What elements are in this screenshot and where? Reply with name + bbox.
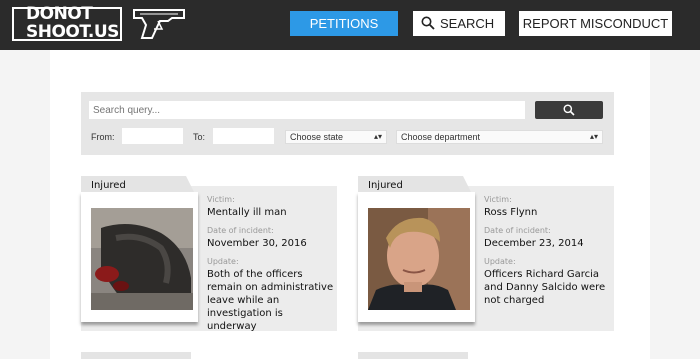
incident-date: November 30, 2016 — [207, 238, 307, 249]
date-label: Date of incident: — [207, 226, 274, 235]
victim-photo — [368, 208, 470, 310]
from-label: From: — [91, 132, 115, 142]
next-card-tab — [358, 352, 468, 359]
search-filter-panel: From: To: Choose state ▴▾ Choose departm… — [81, 92, 614, 155]
update-label: Update: — [484, 257, 516, 266]
victim-name: Mentally ill man — [207, 207, 287, 218]
victim-name: Ross Flynn — [484, 207, 538, 218]
state-select-value: Choose state — [290, 132, 344, 142]
search-icon — [563, 104, 575, 116]
petitions-button[interactable]: PETITIONS — [290, 11, 398, 36]
incident-date: December 23, 2014 — [484, 238, 584, 249]
select-arrows-icon: ▴▾ — [589, 132, 598, 141]
search-query-input[interactable] — [89, 101, 525, 119]
victim-photo — [91, 208, 193, 310]
logo-line-1: DONOT — [26, 4, 93, 24]
next-card-tab — [81, 352, 191, 359]
victim-label: Victim: — [484, 195, 512, 204]
update-text: Officers Richard Garcia and Danny Salcid… — [484, 269, 606, 306]
site-logo[interactable]: DONOT SHOOT.US — [12, 4, 185, 45]
search-button-label: SEARCH — [440, 16, 495, 31]
victim-photo-frame[interactable] — [81, 192, 198, 322]
to-label: To: — [193, 132, 206, 142]
select-arrows-icon: ▴▾ — [373, 132, 382, 141]
from-date-input[interactable] — [122, 128, 183, 144]
logo-line-2: SHOOT.US — [26, 22, 119, 42]
update-label: Update: — [207, 257, 239, 266]
pistol-icon — [133, 9, 185, 39]
to-date-input[interactable] — [213, 128, 274, 144]
state-select[interactable]: Choose state ▴▾ — [285, 130, 387, 144]
search-button[interactable]: SEARCH — [413, 11, 505, 36]
search-icon — [421, 16, 435, 30]
victim-photo-frame[interactable] — [358, 192, 475, 322]
date-label: Date of incident: — [484, 226, 551, 235]
department-select-value: Choose department — [401, 132, 481, 142]
department-select[interactable]: Choose department ▴▾ — [396, 130, 603, 144]
victim-label: Victim: — [207, 195, 235, 204]
search-submit-button[interactable] — [535, 101, 603, 119]
report-misconduct-button[interactable]: REPORT MISCONDUCT — [519, 11, 672, 36]
update-text: Both of the officers remain on administr… — [207, 269, 334, 332]
top-navigation-bar: DONOT SHOOT.US PETITIONS SEARCH REPORT M… — [0, 0, 700, 50]
